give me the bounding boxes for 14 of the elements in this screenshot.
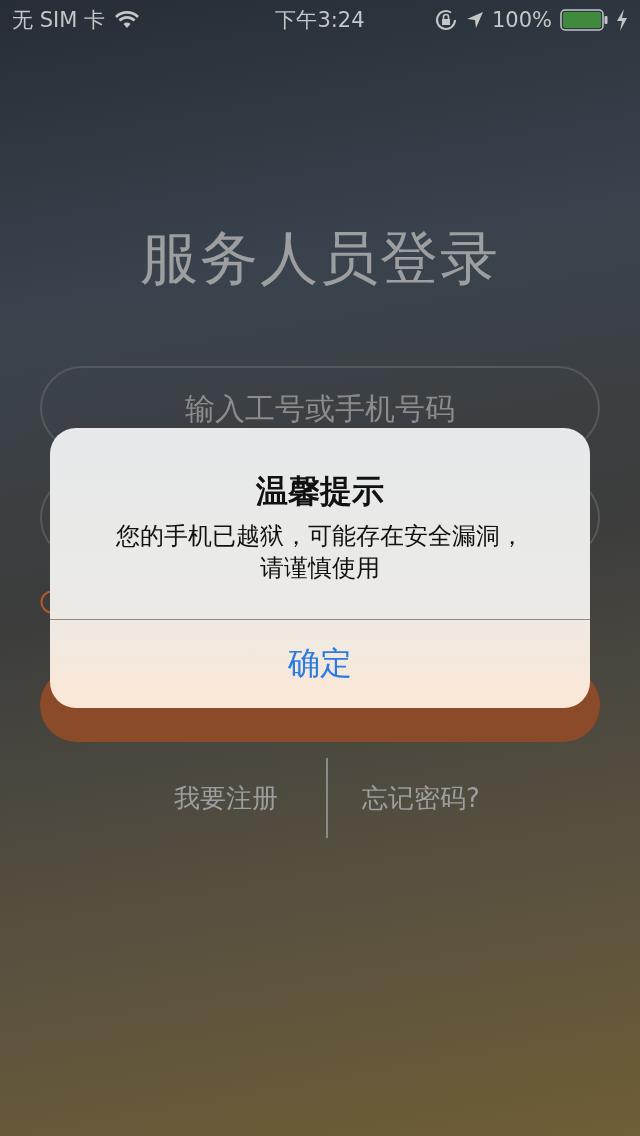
confirm-button[interactable]: 确定 <box>50 620 590 708</box>
page-title: 服务人员登录 <box>140 223 500 294</box>
wifi-icon <box>115 11 139 29</box>
text-link[interactable]: 忘记密码? <box>328 779 640 817</box>
text-link[interactable]: 我要注册 <box>0 779 326 817</box>
carrier-label: 无 SIM 卡 <box>12 7 105 34</box>
charging-bolt-icon <box>616 9 628 31</box>
alert-title: 温馨提示 <box>256 471 384 512</box>
status-time: 下午3:24 <box>275 7 365 34</box>
battery-icon <box>560 9 608 31</box>
location-arrow-icon <box>465 11 484 29</box>
rotation-lock-icon <box>433 8 458 32</box>
battery-percent: 100% <box>491 8 552 32</box>
alert-message: 您的手机已越狱，可能存在安全漏洞，请谨慎使用 <box>115 521 525 584</box>
